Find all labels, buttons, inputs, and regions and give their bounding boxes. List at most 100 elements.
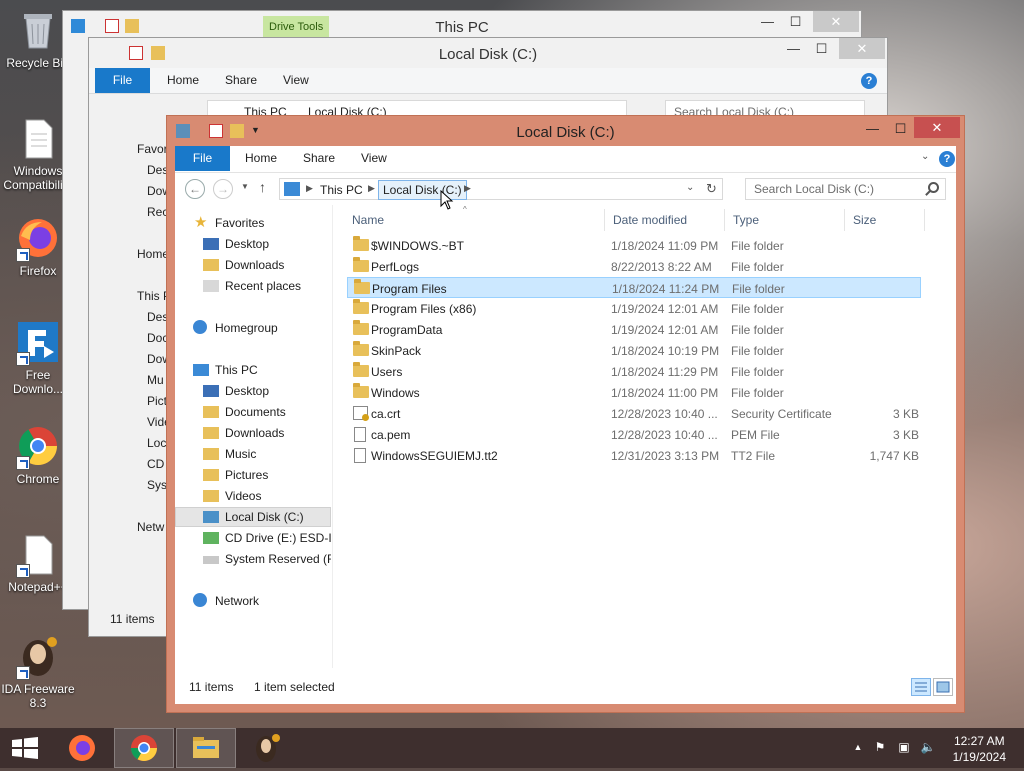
tab-file[interactable]: File xyxy=(95,68,150,93)
nav-pc-downloads[interactable]: Downloads xyxy=(175,423,331,443)
maximize-button[interactable]: ☐ xyxy=(782,11,809,32)
column-header-type[interactable]: Type xyxy=(733,213,759,227)
nav-this-pc[interactable]: This PC xyxy=(175,360,331,380)
file-row[interactable]: Windows 1/18/2024 11:00 PM File folder xyxy=(347,382,921,403)
file-row[interactable]: ca.pem 12/28/2023 10:40 ... PEM File 3 KB xyxy=(347,424,921,445)
minimize-button[interactable]: — xyxy=(859,118,886,139)
maximize-button[interactable]: ☐ xyxy=(808,38,835,59)
address-input[interactable]: ▶ This PC ▶ Local Disk (C:) ▶ ⌄ ↻ xyxy=(279,178,723,200)
nav-item[interactable]: Favor xyxy=(137,142,168,156)
nav-videos[interactable]: Videos xyxy=(175,486,331,506)
taskbar-chrome[interactable] xyxy=(114,728,174,768)
taskbar-firefox[interactable] xyxy=(52,728,112,768)
column-header-size[interactable]: Size xyxy=(853,213,876,227)
refresh-icon[interactable]: ↻ xyxy=(706,181,717,197)
file-date: 1/18/2024 11:00 PM xyxy=(611,386,719,400)
back-button[interactable]: ← xyxy=(185,179,205,199)
file-row[interactable]: ca.crt 12/28/2023 10:40 ... Security Certi… xyxy=(347,403,921,424)
file-type: TT2 File xyxy=(731,449,776,463)
nav-favorites[interactable]: ★ Favorites xyxy=(175,213,331,233)
tab-share[interactable]: Share xyxy=(303,151,335,165)
breadcrumb-this-pc[interactable]: This PC xyxy=(320,183,363,197)
volume-muted-icon[interactable]: 🔈 xyxy=(920,740,936,756)
nav-local-disk[interactable]: Local Disk (C:) xyxy=(175,507,331,527)
title-bar[interactable]: Local Disk (C:) — ☐ ✕ xyxy=(89,38,887,68)
details-view-button[interactable] xyxy=(911,678,931,696)
column-divider[interactable] xyxy=(844,209,845,231)
desktop-icon-ida-freeware[interactable]: IDA Freeware 8.3 xyxy=(0,634,76,710)
nav-item[interactable]: Netw xyxy=(137,520,164,534)
folder-icon xyxy=(353,299,369,314)
navigation-pane: ★ Favorites Desktop Downloads Recent pla… xyxy=(175,205,333,668)
tab-home[interactable]: Home xyxy=(245,151,277,165)
minimize-button[interactable]: — xyxy=(780,38,807,59)
nav-item[interactable]: CD xyxy=(147,457,164,471)
chrome-icon xyxy=(130,735,158,762)
column-divider[interactable] xyxy=(724,209,725,231)
file-row[interactable]: WindowsSEGUIEMJ.tt2 12/31/2023 3:13 PM TT2… xyxy=(347,445,921,466)
file-row[interactable]: Program Files 1/18/2024 11:24 PM File fold… xyxy=(347,277,921,298)
close-button[interactable]: ✕ xyxy=(914,117,960,138)
nav-network[interactable]: Network xyxy=(175,591,331,611)
address-dropdown-icon[interactable]: ⌄ xyxy=(686,182,694,193)
maximize-button[interactable]: ☐ xyxy=(887,118,914,139)
show-hidden-icons-icon[interactable]: ▲ xyxy=(850,742,866,758)
nav-item[interactable]: Mu xyxy=(147,373,164,387)
nav-item[interactable]: Loc xyxy=(147,436,166,450)
nav-documents[interactable]: Documents xyxy=(175,402,331,422)
file-row[interactable]: ProgramData 1/19/2024 12:01 AM File folder xyxy=(347,319,921,340)
search-input[interactable]: Search Local Disk (C:) xyxy=(745,178,946,200)
action-center-flag-icon[interactable]: ⚑ xyxy=(872,740,888,756)
nav-pictures[interactable]: Pictures xyxy=(175,465,331,485)
file-row[interactable]: $WINDOWS.~BT 1/18/2024 11:09 PM File folde… xyxy=(347,235,921,256)
tab-file[interactable]: File xyxy=(175,146,230,171)
help-icon[interactable]: ? xyxy=(939,151,955,167)
file-row[interactable]: Users 1/18/2024 11:29 PM File folder xyxy=(347,361,921,382)
taskbar-ida-freeware[interactable] xyxy=(238,728,298,768)
help-icon[interactable]: ? xyxy=(861,73,877,89)
column-header-name[interactable]: Name xyxy=(352,213,384,227)
close-button[interactable]: ✕ xyxy=(813,11,859,32)
nav-cd-drive[interactable]: CD Drive (E:) ESD-ISO xyxy=(175,528,331,548)
nav-recent-places[interactable]: Recent places xyxy=(175,276,331,296)
window-local-disk[interactable]: ▼ Local Disk (C:) — ☐ ✕ File Home Share … xyxy=(166,115,965,713)
recent-locations-icon[interactable]: ▼ xyxy=(241,182,249,191)
forward-button[interactable]: → xyxy=(213,179,233,199)
file-row[interactable]: Program Files (x86) 1/19/2024 12:01 AM Fil… xyxy=(347,298,921,319)
large-icons-view-button[interactable] xyxy=(933,678,953,696)
nav-item[interactable]: Pict xyxy=(147,394,167,408)
column-divider[interactable] xyxy=(604,209,605,231)
file-type: File folder xyxy=(731,386,784,400)
nav-downloads[interactable]: Downloads xyxy=(175,255,331,275)
nav-homegroup[interactable]: Homegroup xyxy=(175,318,331,338)
file-name: ca.crt xyxy=(371,407,401,421)
column-header-date[interactable]: Date modified xyxy=(613,213,687,227)
file-row[interactable]: PerfLogs 8/22/2013 8:22 AM File folder xyxy=(347,256,921,277)
taskbar-file-explorer[interactable] xyxy=(176,728,236,768)
nav-desktop[interactable]: Desktop xyxy=(175,234,331,254)
clock[interactable]: 12:27 AM 1/19/2024 xyxy=(953,733,1006,765)
nav-item[interactable]: Home xyxy=(137,247,169,261)
network-tray-icon[interactable]: ▣ xyxy=(896,740,912,756)
search-icon[interactable] xyxy=(928,182,939,193)
tab-view[interactable]: View xyxy=(283,73,309,87)
breadcrumb-separator-icon[interactable]: ▶ xyxy=(464,183,471,194)
nav-pc-desktop[interactable]: Desktop xyxy=(175,381,331,401)
title-bar[interactable]: ▼ Local Disk (C:) — ☐ ✕ xyxy=(167,116,964,146)
tab-view[interactable]: View xyxy=(361,151,387,165)
start-button[interactable] xyxy=(0,728,60,768)
breadcrumb-separator-icon[interactable]: ▶ xyxy=(306,183,313,194)
column-divider[interactable] xyxy=(924,209,925,231)
nav-system-reserved[interactable]: System Reserved (F:) xyxy=(175,549,331,569)
minimize-button[interactable]: — xyxy=(754,11,781,32)
breadcrumb-separator-icon[interactable]: ▶ xyxy=(368,183,375,194)
tab-home[interactable]: Home xyxy=(167,73,199,87)
tab-share[interactable]: Share xyxy=(225,73,257,87)
expand-ribbon-icon[interactable]: ⌄ xyxy=(921,151,929,162)
close-button[interactable]: ✕ xyxy=(839,38,885,59)
up-button[interactable]: ↑ xyxy=(259,179,266,195)
file-row[interactable]: SkinPack 1/18/2024 10:19 PM File folder xyxy=(347,340,921,361)
downloads-folder-icon xyxy=(203,259,219,271)
nav-music[interactable]: Music xyxy=(175,444,331,464)
file-type: File folder xyxy=(731,323,784,337)
